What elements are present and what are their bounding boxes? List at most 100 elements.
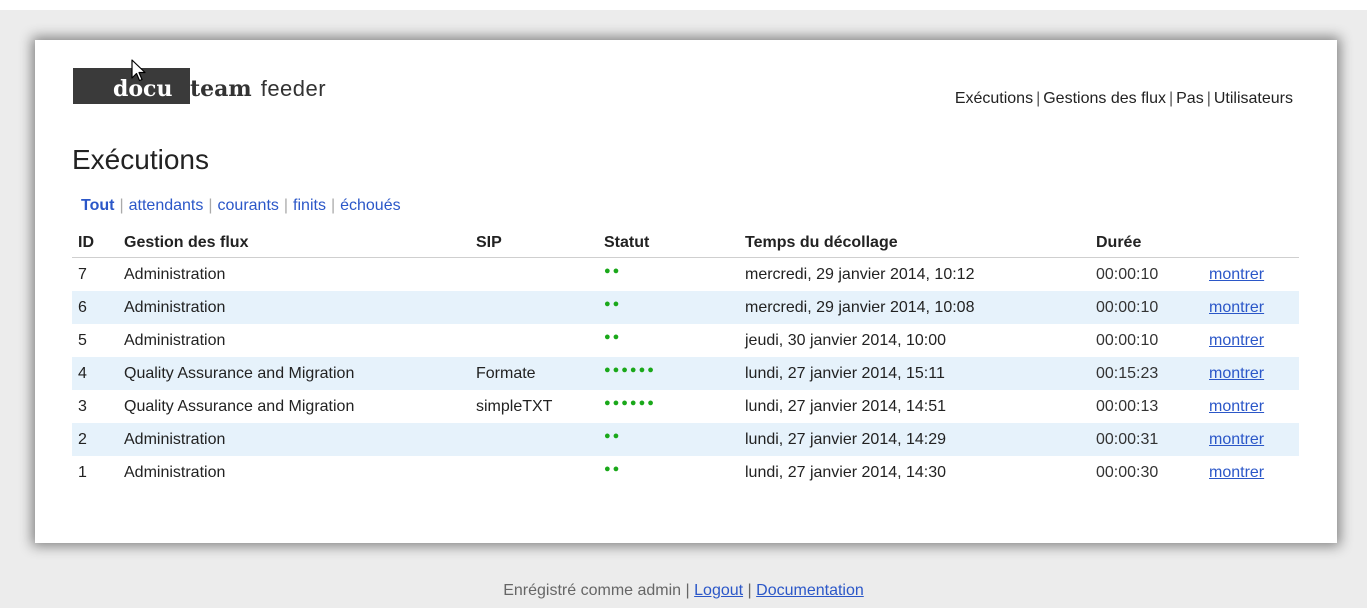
- cell-flux: Quality Assurance and Migration: [124, 397, 355, 415]
- filter-courants[interactable]: courants: [218, 197, 279, 214]
- cell-statut: ●●: [604, 324, 745, 357]
- cell-sip: Formate: [476, 357, 604, 390]
- cell-statut: ●●: [604, 291, 745, 324]
- logo-team: team: [190, 76, 252, 102]
- status-dots-icon: ●●: [604, 462, 622, 475]
- cell-duree: 00:00:10: [1096, 291, 1209, 324]
- status-dots-icon: ●●●●●●: [604, 396, 656, 409]
- montrer-link[interactable]: montrer: [1209, 299, 1264, 316]
- header-duree: Durée: [1096, 229, 1209, 258]
- montrer-link[interactable]: montrer: [1209, 431, 1264, 448]
- status-dots-icon: ●●●●●●: [604, 363, 656, 376]
- nav-pas[interactable]: Pas: [1176, 90, 1204, 107]
- cell-duree: 00:00:31: [1096, 423, 1209, 456]
- cell-duree: 00:00:30: [1096, 463, 1159, 481]
- cell-action: montrer: [1209, 258, 1299, 292]
- montrer-link[interactable]: montrer: [1209, 365, 1264, 382]
- logged-in-text: Enrégistré comme admin |: [503, 582, 690, 599]
- cell-id: 1: [78, 463, 87, 481]
- top-navigation: Exécutions | Gestions des flux | Pas | Utilisa…: [954, 90, 1293, 107]
- cell-sip: simpleTXT: [476, 397, 553, 415]
- nav-executions[interactable]: Exécutions: [955, 90, 1033, 107]
- executions-table: ID Gestion des flux SIP Statut Temps du …: [72, 229, 1299, 489]
- header-id: ID: [72, 229, 124, 258]
- cell-temps: lundi, 27 janvier 2014, 14:30: [745, 463, 947, 481]
- cell-action: montrer: [1209, 324, 1299, 357]
- cell-sip: [476, 324, 604, 357]
- table-row: 5 Administration ●● jeudi, 30 janvier 20…: [72, 324, 1299, 357]
- app-logo[interactable]: docu team feeder: [73, 68, 326, 104]
- status-dots-icon: ●●: [604, 264, 622, 277]
- main-panel: docu team feeder Exécutions | Gestions des…: [35, 40, 1337, 543]
- cell-id: 2: [72, 423, 124, 456]
- cell-sip: [476, 423, 604, 456]
- header-statut: Statut: [604, 229, 745, 258]
- table-row: 2 Administration ●● lundi, 27 janvier 20…: [72, 423, 1299, 456]
- cell-id: 5: [78, 331, 87, 349]
- cell-statut: ●●: [604, 423, 745, 456]
- table-row: 6 Administration ●● mercredi, 29 janvier…: [72, 291, 1299, 324]
- status-filters: Tout | attendants | courants | finits | échoués: [81, 197, 401, 214]
- cell-duree: 00:00:10: [1096, 331, 1159, 349]
- nav-utilisateurs[interactable]: Utilisateurs: [1214, 90, 1293, 107]
- footer-separator: |: [747, 582, 752, 599]
- cell-action: montrer: [1209, 456, 1299, 489]
- cell-sip: [476, 291, 604, 324]
- nav-gestions-des-flux[interactable]: Gestions des flux: [1043, 90, 1166, 107]
- header-temps: Temps du décollage: [745, 229, 1096, 258]
- cell-duree: 00:00:10: [1096, 265, 1159, 283]
- cell-temps: lundi, 27 janvier 2014, 14:29: [745, 423, 1096, 456]
- status-dots-icon: ●●: [604, 297, 622, 310]
- cell-statut: ●●●●●●: [604, 357, 745, 390]
- status-dots-icon: ●●: [604, 429, 622, 442]
- montrer-link[interactable]: montrer: [1209, 464, 1264, 481]
- cell-temps: lundi, 27 janvier 2014, 14:51: [745, 397, 947, 415]
- cell-flux: Administration: [124, 291, 476, 324]
- logout-link[interactable]: Logout: [694, 582, 743, 599]
- header-action: [1209, 229, 1299, 258]
- filter-finits[interactable]: finits: [293, 197, 326, 214]
- table-row: 4 Quality Assurance and Migration Format…: [72, 357, 1299, 390]
- cell-temps: lundi, 27 janvier 2014, 15:11: [745, 357, 1096, 390]
- cell-action: montrer: [1209, 390, 1299, 423]
- footer: Enrégistré comme admin | Logout | Docume…: [0, 582, 1367, 600]
- cell-duree: 00:15:23: [1096, 357, 1209, 390]
- table-header-row: ID Gestion des flux SIP Statut Temps du …: [72, 229, 1299, 258]
- status-dots-icon: ●●: [604, 330, 622, 343]
- cell-flux: Quality Assurance and Migration: [124, 357, 476, 390]
- table-row: 1 Administration ●● lundi, 27 janvier 20…: [72, 456, 1299, 489]
- cell-flux: Administration: [124, 265, 226, 283]
- table-row: 7 Administration ●● mercredi, 29 janvier…: [72, 258, 1299, 292]
- filter-attendants[interactable]: attendants: [129, 197, 204, 214]
- cell-temps: jeudi, 30 janvier 2014, 10:00: [745, 331, 947, 349]
- cell-flux: Administration: [124, 463, 226, 481]
- filter-echoues[interactable]: échoués: [340, 197, 401, 214]
- cell-temps: mercredi, 29 janvier 2014, 10:08: [745, 291, 1096, 324]
- cell-action: montrer: [1209, 291, 1299, 324]
- cell-flux: Administration: [124, 423, 476, 456]
- cell-statut: ●●: [604, 258, 745, 292]
- header-sip: SIP: [476, 229, 604, 258]
- montrer-link[interactable]: montrer: [1209, 266, 1264, 283]
- montrer-link[interactable]: montrer: [1209, 332, 1264, 349]
- cell-id: 7: [78, 265, 87, 283]
- cell-flux: Administration: [124, 331, 226, 349]
- mouse-cursor-icon: [131, 59, 146, 82]
- cell-statut: ●●●●●●: [604, 390, 745, 423]
- documentation-link[interactable]: Documentation: [756, 582, 864, 599]
- cell-id: 3: [78, 397, 87, 415]
- cell-temps: mercredi, 29 janvier 2014, 10:12: [745, 265, 975, 283]
- header-flux: Gestion des flux: [124, 229, 476, 258]
- top-band: [0, 0, 1367, 10]
- cell-action: montrer: [1209, 423, 1299, 456]
- logo-feeder: feeder: [260, 76, 327, 101]
- cell-sip: [476, 258, 604, 292]
- cell-statut: ●●: [604, 456, 745, 489]
- filter-tout[interactable]: Tout: [81, 197, 114, 214]
- cell-sip: [476, 456, 604, 489]
- cell-id: 6: [72, 291, 124, 324]
- table-row: 3 Quality Assurance and Migration simple…: [72, 390, 1299, 423]
- montrer-link[interactable]: montrer: [1209, 398, 1264, 415]
- cell-duree: 00:00:13: [1096, 397, 1159, 415]
- page-title: Exécutions: [72, 144, 209, 175]
